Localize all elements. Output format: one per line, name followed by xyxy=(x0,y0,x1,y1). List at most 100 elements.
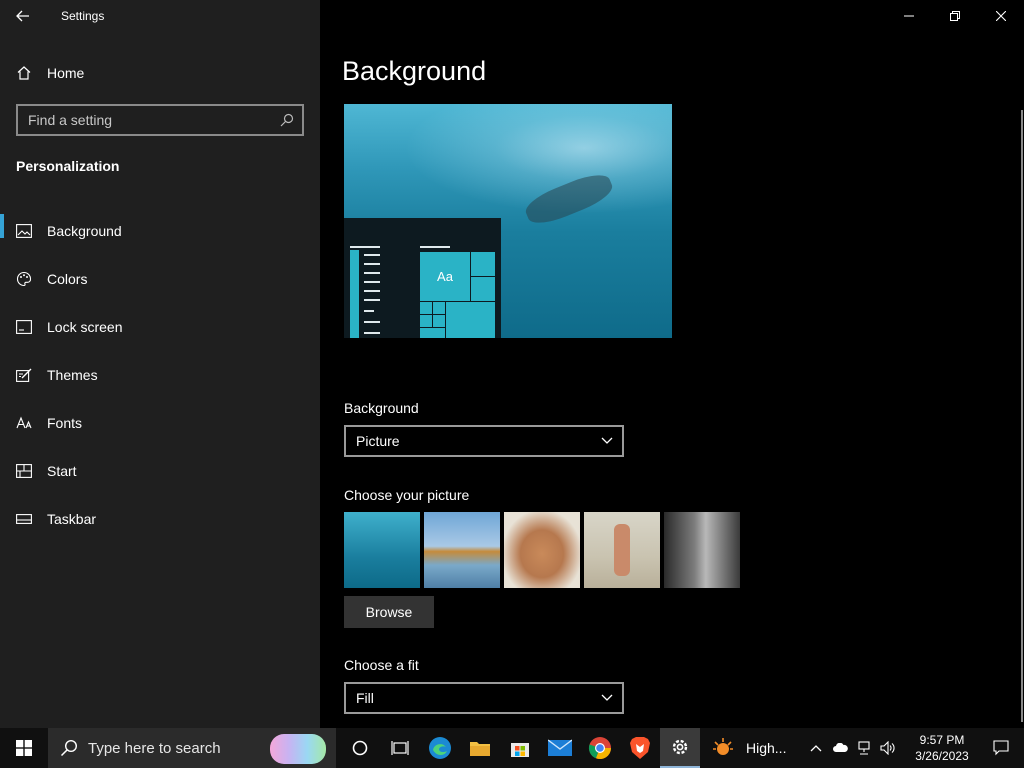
network-button[interactable] xyxy=(852,728,876,768)
home-nav[interactable]: Home xyxy=(0,56,320,90)
picture-icon xyxy=(16,223,32,239)
sidebar-item-label: Lock screen xyxy=(47,319,123,335)
picture-thumbnail[interactable] xyxy=(584,512,660,588)
palette-icon xyxy=(16,271,32,287)
choose-fit-label: Choose a fit xyxy=(344,657,419,673)
start-menu-preview: Aa xyxy=(344,218,501,338)
brave-icon xyxy=(630,737,650,759)
close-button[interactable] xyxy=(978,0,1024,32)
back-arrow-icon xyxy=(16,10,29,22)
minimize-button[interactable] xyxy=(886,0,932,32)
taskbar-icon xyxy=(16,511,32,527)
sidebar-item-label: Fonts xyxy=(47,415,83,431)
chevron-down-icon xyxy=(601,437,613,444)
task-view-icon xyxy=(391,741,409,755)
choose-fit-dropdown[interactable]: Fill xyxy=(344,682,624,714)
home-label: Home xyxy=(47,65,85,81)
picture-thumbnail[interactable] xyxy=(664,512,740,588)
background-type-value: Picture xyxy=(356,433,400,449)
sidebar-item-label: Themes xyxy=(47,367,98,383)
taskbar: High... 9:57 PM 3/26/2023 xyxy=(0,728,1024,768)
find-setting-input[interactable] xyxy=(28,112,280,128)
taskbar-search[interactable] xyxy=(48,728,336,768)
mail-icon xyxy=(548,739,572,756)
task-view-button[interactable] xyxy=(380,728,420,768)
background-type-dropdown[interactable]: Picture xyxy=(344,425,624,457)
notification-icon xyxy=(993,740,1009,756)
sidebar-item-colors[interactable]: Colors xyxy=(0,255,320,303)
restore-button[interactable] xyxy=(932,0,978,32)
sidebar: Settings Home Personalization Background… xyxy=(0,0,320,728)
page-title: Background xyxy=(342,56,487,86)
chrome-icon xyxy=(588,737,612,760)
search-highlight-art xyxy=(270,734,326,764)
file-explorer-icon xyxy=(470,742,490,756)
start-list-strip xyxy=(350,250,359,338)
volume-icon xyxy=(880,741,895,755)
mail-button[interactable] xyxy=(540,728,580,768)
cortana-button[interactable] xyxy=(340,728,380,768)
minimize-icon xyxy=(904,15,914,17)
home-icon xyxy=(16,65,32,81)
network-icon xyxy=(858,741,870,755)
cortana-icon xyxy=(352,740,368,756)
themes-icon xyxy=(16,367,32,383)
restore-icon xyxy=(950,11,960,21)
volume-button[interactable] xyxy=(876,728,900,768)
brave-button[interactable] xyxy=(620,728,660,768)
edge-button[interactable] xyxy=(420,728,460,768)
settings-icon xyxy=(672,739,688,755)
settings-taskbar-button[interactable] xyxy=(660,728,700,768)
chrome-button[interactable] xyxy=(580,728,620,768)
chevron-up-icon xyxy=(810,745,822,752)
picture-thumbnail[interactable] xyxy=(344,512,420,588)
sidebar-item-lock-screen[interactable]: Lock screen xyxy=(0,303,320,351)
close-icon xyxy=(996,11,1006,21)
tile-header-line xyxy=(420,246,450,248)
choose-fit-value: Fill xyxy=(356,690,374,706)
start-icon xyxy=(16,463,32,479)
title-bar: Settings xyxy=(0,0,320,32)
scrollbar[interactable] xyxy=(1020,110,1024,722)
onedrive-button[interactable] xyxy=(828,728,852,768)
sidebar-item-background[interactable]: Background xyxy=(0,207,320,255)
store-icon xyxy=(511,743,529,757)
sidebar-item-fonts[interactable]: Fonts xyxy=(0,399,320,447)
app-title: Settings xyxy=(61,9,105,23)
file-explorer-button[interactable] xyxy=(460,728,500,768)
sidebar-item-start[interactable]: Start xyxy=(0,447,320,495)
scrollbar-thumb[interactable] xyxy=(1021,110,1023,722)
picture-thumbnail[interactable] xyxy=(504,512,580,588)
sidebar-item-label: Background xyxy=(47,223,122,239)
sidebar-item-label: Taskbar xyxy=(47,511,97,527)
weather-widget[interactable]: High... xyxy=(712,737,786,759)
action-center-button[interactable] xyxy=(978,728,1024,768)
preview-tiles: Aa xyxy=(420,252,495,338)
start-button[interactable] xyxy=(0,728,48,768)
chevron-down-icon xyxy=(601,694,613,701)
sidebar-item-label: Start xyxy=(47,463,77,479)
browse-button[interactable]: Browse xyxy=(344,596,434,628)
background-preview: Aa xyxy=(344,104,672,338)
sidebar-item-taskbar[interactable]: Taskbar xyxy=(0,495,320,543)
back-button[interactable] xyxy=(0,0,46,32)
fonts-icon xyxy=(16,415,32,431)
show-hidden-icons-button[interactable] xyxy=(804,728,828,768)
nav-list: Background Colors Lock screen Themes Fon… xyxy=(0,207,320,543)
system-tray: 9:57 PM 3/26/2023 xyxy=(804,728,1024,768)
clock[interactable]: 9:57 PM 3/26/2023 xyxy=(906,732,978,764)
search-icon[interactable] xyxy=(280,113,294,127)
background-type-label: Background xyxy=(344,400,419,416)
sidebar-item-label: Colors xyxy=(47,271,88,287)
preview-tile-aa: Aa xyxy=(420,252,470,301)
main-content: Background Aa Background Picture Choose … xyxy=(320,0,1024,728)
picture-thumbnail[interactable] xyxy=(424,512,500,588)
store-button[interactable] xyxy=(500,728,540,768)
taskbar-search-input[interactable] xyxy=(88,739,258,757)
weather-text: High... xyxy=(746,740,787,756)
window-controls xyxy=(886,0,1024,32)
windows-logo-icon xyxy=(16,740,32,756)
picture-thumbnails xyxy=(344,512,740,588)
search-icon xyxy=(60,739,78,757)
sidebar-item-themes[interactable]: Themes xyxy=(0,351,320,399)
